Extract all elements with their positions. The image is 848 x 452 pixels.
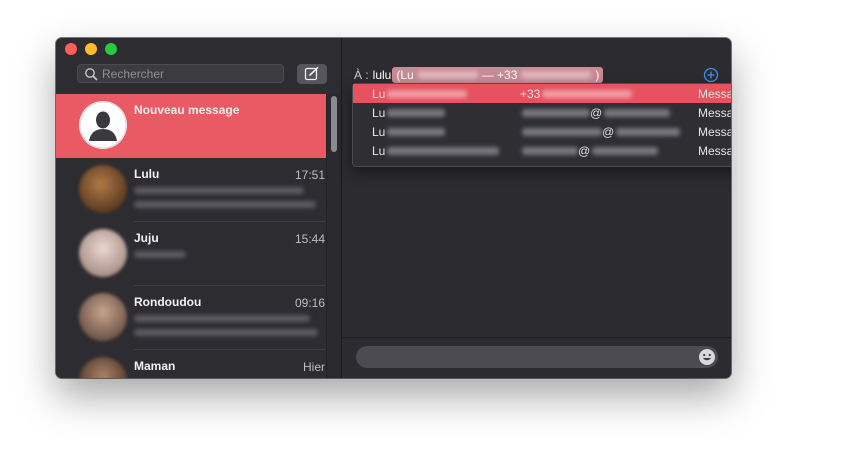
suggestion-contact: @ (520, 106, 671, 120)
avatar (79, 357, 127, 378)
suggestion-name: Lu (372, 125, 446, 139)
messages-window: Rechercher Nouveau message Lulu 17:51 Ju… (56, 38, 731, 378)
search-placeholder: Rechercher (102, 66, 165, 81)
suggestion-contact: @ (520, 144, 659, 158)
person-silhouette-icon (79, 101, 127, 149)
conversation-name: Lulu (134, 167, 160, 181)
redacted-text (387, 128, 446, 136)
redacted-text (522, 128, 602, 136)
redacted-text (522, 109, 590, 117)
suggestion-service: Message (698, 106, 731, 120)
message-preview-redacted (134, 329, 318, 336)
avatar (79, 165, 127, 213)
recipient-label: À : (354, 68, 369, 82)
avatar (79, 229, 127, 277)
conversation-time: 17:51 (294, 168, 325, 182)
redacted-text (592, 147, 659, 155)
conversation-name: Maman (134, 359, 176, 373)
conversation-time: 15:44 (294, 232, 325, 246)
message-preview-redacted (134, 315, 310, 322)
recipient-field[interactable]: À : lulu (Lu — +33 ) (354, 67, 604, 83)
message-compose-bar (342, 337, 731, 378)
conversation-item-rondoudou[interactable]: Rondoudou 09:16 (56, 286, 326, 350)
suggestion-name-text: Lu (372, 106, 386, 120)
recipient-token[interactable]: (Lu — +33 ) (392, 67, 604, 83)
suggestion-row[interactable]: Lu +33 Message (353, 84, 731, 103)
conversation-time: Hier (302, 360, 325, 374)
compose-icon (304, 67, 319, 81)
conversation-item-maman[interactable]: Maman Hier (56, 350, 326, 378)
suggestion-name: Lu (372, 144, 500, 158)
suggestion-contact-text: @ (590, 106, 603, 120)
redacted-text (616, 128, 681, 136)
redacted-text (387, 147, 500, 155)
message-input[interactable] (356, 346, 718, 368)
sidebar-scrollbar[interactable] (326, 94, 341, 378)
redacted-text (387, 109, 446, 117)
conversation-list[interactable]: Nouveau message Lulu 17:51 Juju 15:44 Ro… (56, 94, 326, 378)
new-message-button[interactable] (297, 64, 327, 84)
redacted-text (542, 90, 633, 98)
add-contact-icon[interactable] (703, 67, 719, 83)
suggestion-contact-text: @ (602, 125, 615, 139)
conversation-pane: À : lulu (Lu — +33 ) Lu +33 Message Lu (342, 38, 731, 378)
suggestion-name: Lu (372, 87, 468, 101)
scrollbar-thumb[interactable] (331, 96, 337, 152)
message-preview-redacted (134, 201, 316, 208)
suggestion-row[interactable]: Lu @ Message (353, 122, 731, 141)
suggestion-service: Message (698, 125, 731, 139)
recipient-typed-text: lulu (372, 68, 392, 82)
suggestion-contact: @ (520, 125, 681, 139)
conversation-item-lulu[interactable]: Lulu 17:51 (56, 158, 326, 222)
suggestion-name: Lu (372, 106, 446, 120)
search-icon (85, 67, 98, 80)
conversation-item-juju[interactable]: Juju 15:44 (56, 222, 326, 286)
avatar (79, 101, 127, 149)
suggestion-service: Message (698, 144, 731, 158)
message-preview-redacted (134, 251, 186, 258)
redacted-number (521, 71, 592, 79)
emoji-icon[interactable] (698, 348, 716, 366)
suggestion-name-text: Lu (372, 144, 386, 158)
close-button[interactable] (65, 43, 77, 55)
sidebar: Rechercher Nouveau message Lulu 17:51 Ju… (56, 38, 342, 378)
redacted-text (604, 109, 671, 117)
redacted-text (522, 147, 578, 155)
suggestion-contact-text: @ (578, 144, 591, 158)
conversation-time: 09:16 (294, 296, 325, 310)
conversation-name: Nouveau message (134, 103, 240, 117)
redacted-name (417, 71, 478, 79)
conversation-name: Juju (134, 231, 159, 245)
avatar (79, 293, 127, 341)
suggestion-name-text: Lu (372, 125, 386, 139)
token-separator: — +33 (481, 68, 518, 82)
zoom-button[interactable] (105, 43, 117, 55)
token-suffix: ) (595, 68, 600, 82)
suggestion-service: Message (698, 87, 731, 101)
conversation-name: Rondoudou (134, 295, 202, 309)
search-field[interactable]: Rechercher (77, 64, 284, 83)
suggestion-name-text: Lu (372, 87, 386, 101)
minimize-button[interactable] (85, 43, 97, 55)
conversation-item-new-message[interactable]: Nouveau message (56, 94, 326, 158)
suggestion-row[interactable]: Lu @ Message (353, 103, 731, 122)
redacted-text (387, 90, 468, 98)
suggestion-contact-text: +33 (520, 87, 541, 101)
suggestion-row[interactable]: Lu @ Message (353, 141, 731, 160)
window-controls (65, 43, 117, 55)
recipient-suggestions: Lu +33 Message Lu @ Message Lu @ Message… (352, 83, 731, 167)
message-preview-redacted (134, 187, 304, 194)
suggestion-contact: +33 (520, 87, 633, 101)
token-prefix: (Lu (396, 68, 414, 82)
